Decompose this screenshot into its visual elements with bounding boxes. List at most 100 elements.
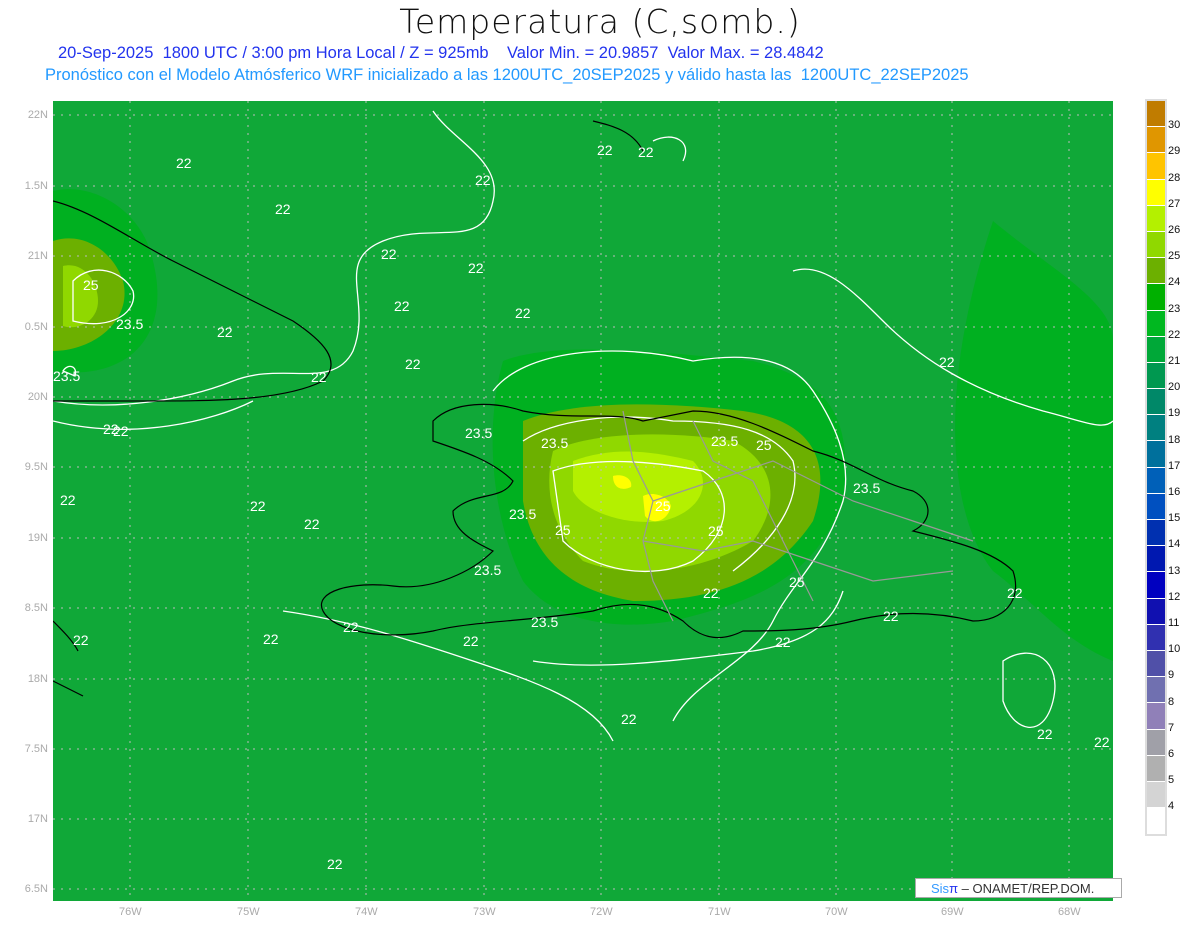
contour-label: 23.5 [53,368,80,384]
contour-label: 22 [638,144,654,160]
lon-label: 74W [355,906,378,918]
lon-label: 75W [237,906,260,918]
colorbar-label: 10 [1168,643,1181,656]
contour-label: 22 [343,619,359,635]
colorbar-label: 4 [1168,800,1175,813]
colorbar-swatch [1147,284,1165,311]
credit-logo-pi: π [949,881,959,896]
lat-label: 18N [27,673,48,685]
chart-title: Temperatura (C,somb.) [399,2,801,41]
lat-label: 21N [27,250,48,262]
contour-label: 22 [311,369,327,385]
lat-label: 1.5N [24,180,48,192]
colorbar-label: 9 [1168,669,1175,682]
colorbar-label: 17 [1168,459,1181,472]
colorbar-label: 11 [1168,617,1180,629]
lat-label: 20N [27,391,48,403]
contour-label: 25 [708,523,724,539]
contour-label: 25 [789,574,805,590]
colorbar-swatch [1147,441,1165,468]
colorbar-label: 14 [1168,538,1181,551]
lat-label: 17N [27,813,48,825]
contour-label: 22 [176,155,192,171]
lat-label: 0.5N [24,321,48,333]
contour-label: 22 [515,305,531,321]
contour-label: 22 [304,516,320,532]
contour-label: 22 [60,492,76,508]
colorbar-label: 27 [1168,197,1181,210]
contour-label: 25 [756,437,772,453]
colorbar-label: 24 [1168,276,1181,289]
contour-label: 23.5 [853,480,880,496]
contour-label: 22 [250,498,266,514]
lon-label: 69W [941,906,964,918]
colorbar-label: 21 [1168,355,1181,367]
contour-label: 22 [775,634,791,650]
contour-label: 22 [73,632,89,648]
colorbar-label: 18 [1168,433,1181,446]
lat-label: 9.5N [24,461,48,473]
contour-label: 25 [83,277,99,293]
contour-label: 25 [655,498,671,514]
colorbar-swatch [1147,546,1165,573]
colorbar-swatch [1147,415,1165,442]
colorbar-swatch [1147,703,1165,730]
contour-label: 22 [703,585,719,601]
subtitle-valid-time: 20-Sep-2025 1800 UTC / 3:00 pm Hora Loca… [58,44,824,62]
contour-label: 22 [275,201,291,217]
contour-label: 22 [597,142,613,158]
contour-label: 23.5 [509,506,536,522]
contour-label: 25 [555,522,571,538]
contour-label: 22 [394,298,410,314]
lat-label: 6.5N [24,883,48,895]
colorbar-swatch [1147,127,1165,154]
temperature-map: 22 22 22 22 22 22 22 22 22 22 22 22 22 2… [53,101,1113,901]
contour-label: 22 [883,608,899,624]
subtitle-model-info: Pronóstico con el Modelo Atmósferico WRF… [45,66,969,84]
lat-label: 8.5N [24,602,48,614]
contour-label: 23.5 [541,435,568,451]
lon-label: 68W [1058,906,1081,918]
colorbar-label: 8 [1168,695,1175,708]
colorbar-label: 19 [1168,407,1181,420]
contour-label: 22 [217,324,233,340]
contour-label: 22 [327,856,343,872]
lon-label: 73W [473,906,496,918]
credit-box: Sisπ – ONAMET/REP.DOM. [915,878,1122,898]
colorbar-swatch [1147,598,1165,625]
contour-label: 22 [468,260,484,276]
colorbar-swatch [1147,520,1165,547]
colorbar-swatch [1147,650,1165,678]
colorbar-swatch [1147,101,1165,128]
colorbar-swatch [1147,808,1165,835]
contour-label: 23.5 [116,316,143,332]
contour-label: 22 [1007,585,1023,601]
colorbar-swatch [1147,677,1165,704]
colorbar-label: 29 [1168,145,1181,158]
contour-label: 22 [263,631,279,647]
contour-label: 23.5 [474,562,501,578]
lat-label: 19N [27,532,48,544]
lon-label: 76W [119,906,142,918]
colorbar-label: 15 [1168,512,1181,525]
lon-label: 70W [825,906,848,918]
colorbar-label: 7 [1168,721,1175,734]
lon-label: 72W [590,906,613,918]
lon-label: 71W [708,906,731,918]
colorbar-swatch [1147,755,1165,782]
colorbar-label: 23 [1168,302,1181,315]
colorbar-label: 25 [1168,250,1181,263]
colorbar-label: 30 [1168,119,1181,132]
contour-label: 22 [381,246,397,262]
colorbar-label: 22 [1168,328,1181,341]
colorbar-swatch [1147,362,1165,390]
colorbar-swatch [1147,179,1165,206]
colorbar-swatch [1147,624,1165,651]
colorbar-swatch [1147,153,1165,180]
contour-label: 22 [939,354,955,370]
colorbar-swatch [1147,781,1165,809]
colorbar-swatch [1147,205,1165,232]
contour-label: 22 [1094,734,1110,750]
credit-logo-sis: Sis [931,881,950,896]
colorbar-swatch [1147,493,1165,520]
